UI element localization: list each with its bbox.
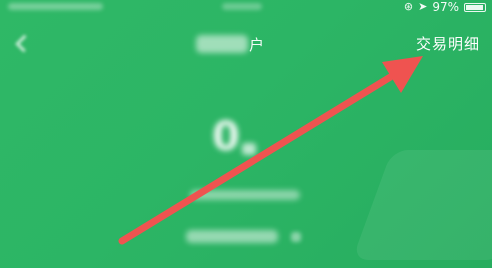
annotation-arrow-shaft [118, 72, 396, 245]
chevron-left-icon[interactable] [12, 33, 33, 53]
balance-display: 0 [212, 115, 256, 159]
transaction-details-button[interactable]: 交易明细 [416, 33, 480, 55]
location-arrow-icon: ➤ [418, 0, 428, 13]
page-title-visible-text: 户 [249, 35, 265, 54]
wallet-screen: ⊛ ➤ 97% 户 交易明细 0 [0, 0, 492, 268]
link-text-blurred[interactable] [186, 230, 278, 243]
navigation-bar: 户 交易明细 [0, 24, 492, 66]
page-title: 户 [196, 32, 264, 56]
balance-unit-blurred [241, 143, 256, 155]
battery-percentage: 97% [432, 0, 459, 14]
status-indicators: ⊛ ➤ 97% [404, 0, 486, 14]
status-bar: ⊛ ➤ 97% [0, 0, 492, 14]
carrier-signal-blurred [8, 3, 103, 10]
balance-amount: 0 [212, 114, 240, 160]
battery-icon [464, 2, 486, 12]
link-chevron-blurred [291, 232, 301, 242]
background-decoration [351, 150, 492, 260]
battery-level-fill [466, 4, 484, 10]
page-title-blurred-part [196, 35, 248, 53]
balance-caption-blurred [190, 190, 300, 200]
status-time-blurred [222, 3, 262, 10]
orientation-lock-icon: ⊛ [403, 0, 414, 13]
